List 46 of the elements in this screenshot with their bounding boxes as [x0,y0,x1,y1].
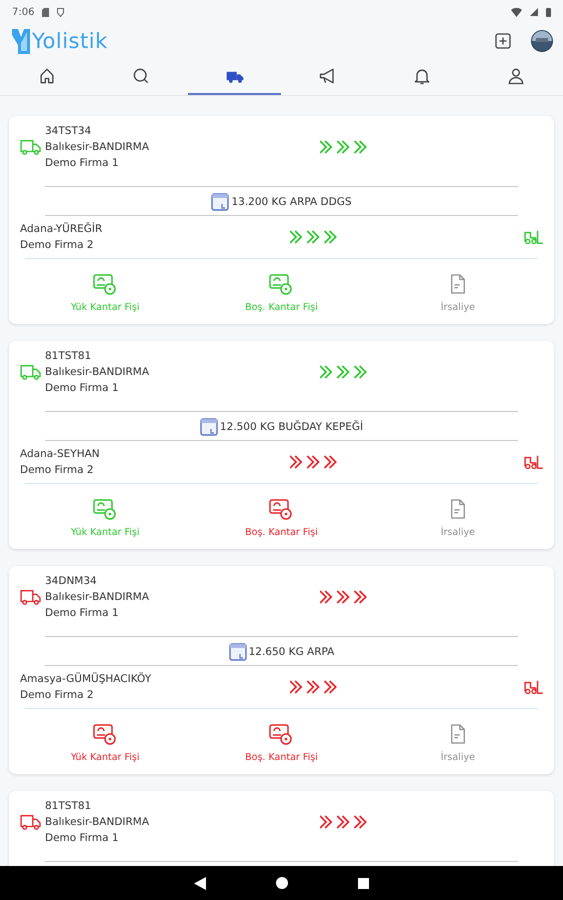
destination-location: Adana-SEYHAN [20,447,101,461]
shipment-card[interactable]: 81TST81 Balıkesir-BANDIRMA Demo Firma 1 [9,791,554,866]
plate-number: 81TST81 [45,799,92,813]
status-time: 7:06 [12,6,34,18]
back-icon[interactable] [194,876,206,890]
cargo-text: 12.650 KG ARPA [248,646,334,658]
logo-icon [12,28,30,54]
origin-location: Balıkesir-BANDIRMA [45,365,150,379]
search-icon [130,66,151,86]
destination-location: Adana-YÜREĞİR [20,222,104,236]
company-name: Demo Firma 1 [45,606,120,620]
document-button[interactable]: Boş. Kantar Fişi [193,723,370,763]
plate-number: 81TST81 [45,349,92,363]
company-name: Demo Firma 2 [20,463,95,477]
add-icon[interactable] [495,33,511,49]
document-button[interactable]: Yük Kantar Fişi [17,498,194,538]
destination-location: Amasya-GÜMÜŞHACIKÖY [20,672,152,686]
recents-icon[interactable] [358,878,369,888]
avatar[interactable] [531,30,553,52]
company-name: Demo Firma 1 [45,381,120,395]
battery-icon [546,8,551,16]
document-button[interactable]: Boş. Kantar Fişi [193,498,370,538]
package-icon [211,193,230,211]
signal-icon [530,8,538,16]
document-button[interactable]: Yük Kantar Fişi [17,273,194,313]
company-name: Demo Firma 1 [45,156,120,170]
cargo-text: 12.500 KG BUĞDAY KEPEĞİ [220,421,364,433]
origin-location: Balıkesir-BANDIRMA [45,590,150,604]
origin-location: Balıkesir-BANDIRMA [45,140,150,154]
company-name: Demo Firma 1 [45,831,120,845]
plate-number: 34TST34 [45,124,92,138]
document-button[interactable]: Yük Kantar Fişi [17,723,194,763]
company-name: Demo Firma 2 [20,238,95,252]
person-icon [506,66,526,86]
company-name: Demo Firma 2 [20,688,95,702]
app-logo-text: Yolistik [32,29,108,53]
package-icon [200,418,218,436]
package-icon [228,643,247,661]
document-button[interactable]: Boş. Kantar Fişi [193,273,370,313]
cargo-text: 13.200 KG ARPA DDGS [231,196,352,208]
origin-location: Balıkesir-BANDIRMA [45,815,150,829]
wifi-icon [511,8,522,16]
sd-card-icon [42,8,50,16]
shield-icon [57,8,64,16]
plate-number: 34DNM34 [45,574,98,588]
home-button-icon[interactable] [276,877,288,889]
